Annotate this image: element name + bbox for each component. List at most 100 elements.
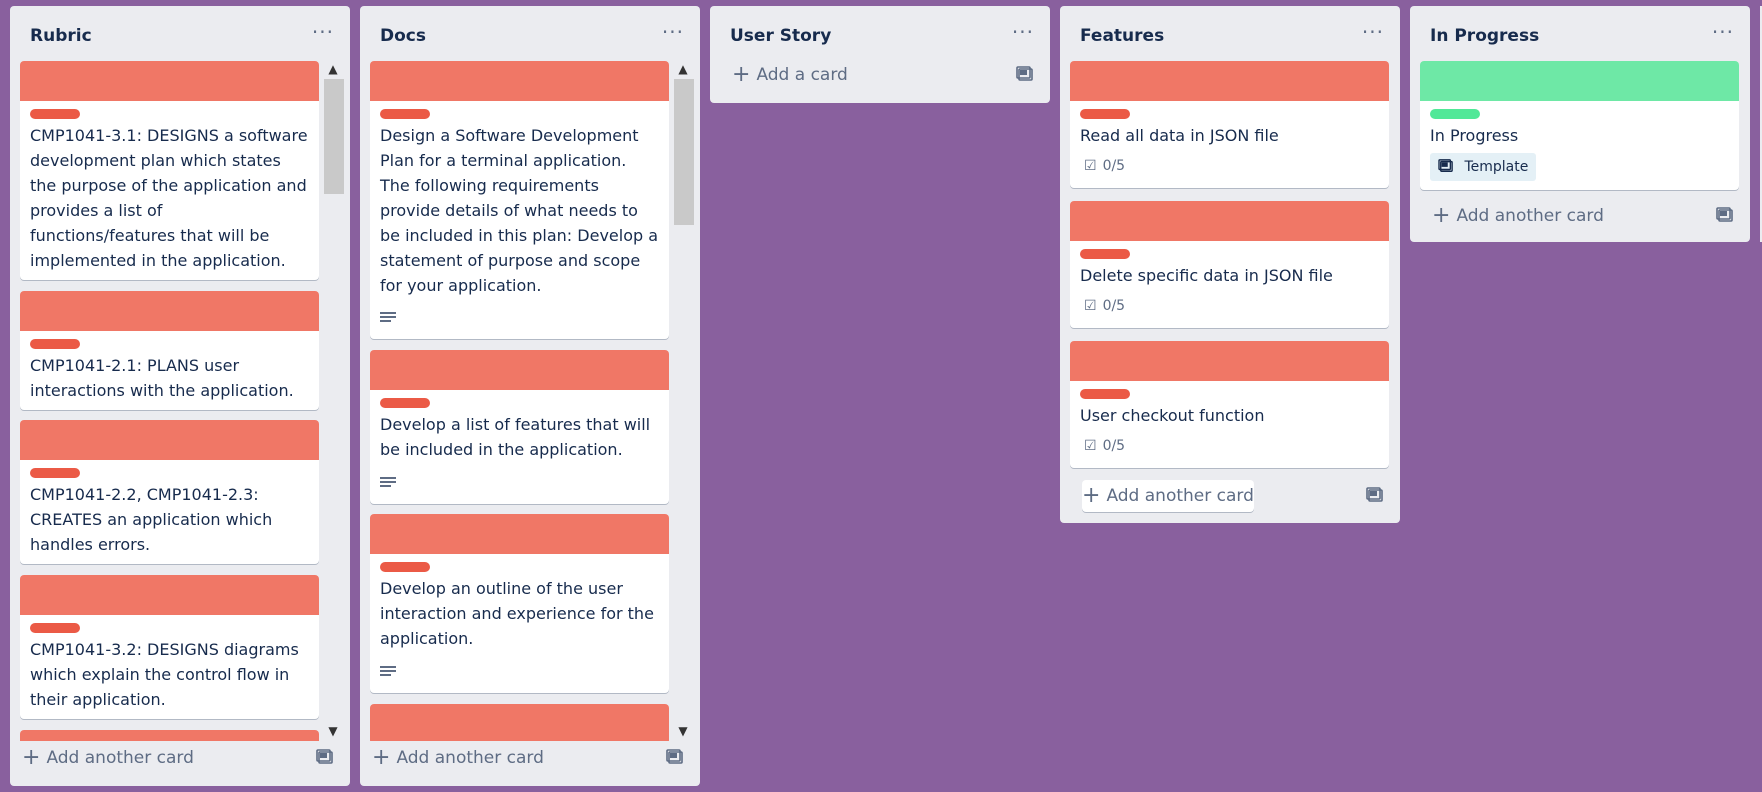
scroll-thumb[interactable] <box>674 79 694 225</box>
card[interactable] <box>20 730 319 741</box>
checklist-badge: ☑ 0/5 <box>1084 298 1125 314</box>
card-label[interactable] <box>30 109 80 119</box>
list-in-progress: In Progress ··· In Progress Template + A… <box>1410 6 1750 242</box>
list-header: Rubric ··· <box>10 6 350 62</box>
card-cover <box>1070 61 1389 101</box>
template-icon[interactable] <box>666 749 684 765</box>
list-menu-icon[interactable]: ··· <box>1012 22 1034 42</box>
scroll-down-icon[interactable]: ▼ <box>322 723 344 739</box>
list-title[interactable]: In Progress <box>1430 26 1539 46</box>
template-icon[interactable] <box>1716 207 1734 223</box>
plus-icon: + <box>732 62 751 87</box>
card-label[interactable] <box>1430 109 1480 119</box>
plus-icon: + <box>22 745 41 770</box>
card[interactable]: CMP1041-2.1: PLANS user interactions wit… <box>20 291 319 410</box>
scrollbar[interactable]: ▲ ▼ <box>672 61 694 741</box>
template-icon[interactable] <box>316 749 334 765</box>
card-label[interactable] <box>30 339 80 349</box>
list-rubric: Rubric ··· CMP1041-3.1: DESIGNS a softwa… <box>10 6 350 786</box>
card-title: CMP1041-3.1: DESIGNS a software developm… <box>30 126 308 270</box>
list-title[interactable]: User Story <box>730 26 831 46</box>
scroll-track[interactable] <box>324 79 344 723</box>
list-cards: Read all data in JSON file ☑ 0/5 Delete s… <box>1060 61 1400 481</box>
card[interactable]: In Progress Template <box>1420 61 1739 190</box>
plus-icon: + <box>372 745 391 770</box>
card[interactable]: CMP1041-3.2: DESIGNS diagrams which expl… <box>20 575 319 719</box>
card-cover <box>20 730 319 741</box>
card-label[interactable] <box>380 398 430 408</box>
checklist-icon: ☑ <box>1084 158 1097 174</box>
board: Rubric ··· CMP1041-3.1: DESIGNS a softwa… <box>0 0 1762 792</box>
list-menu-icon[interactable]: ··· <box>1362 22 1384 42</box>
checklist-count: 0/5 <box>1102 158 1126 174</box>
description-icon <box>380 666 396 678</box>
card[interactable]: CMP1041-2.2, CMP1041-2.3: CREATES an app… <box>20 420 319 564</box>
card-cover <box>370 350 669 390</box>
card-title: Develop a list of features that will be … <box>380 415 651 459</box>
add-card-button[interactable]: + Add a card <box>732 59 848 91</box>
card-label[interactable] <box>380 562 430 572</box>
card[interactable]: Delete specific data in JSON file ☑ 0/5 <box>1070 201 1389 328</box>
card-label[interactable] <box>30 623 80 633</box>
scroll-thumb[interactable] <box>324 79 344 194</box>
list-cards: CMP1041-3.1: DESIGNS a software developm… <box>10 61 350 741</box>
add-card-label: Add another card <box>1106 486 1254 506</box>
list-menu-icon[interactable]: ··· <box>1712 22 1734 42</box>
card[interactable]: Design a Software Development Plan for a… <box>370 61 669 339</box>
template-badge-label: Template <box>1464 159 1529 175</box>
list-title[interactable]: Docs <box>380 26 426 46</box>
list-menu-icon[interactable]: ··· <box>312 22 334 42</box>
template-icon[interactable] <box>1016 66 1034 82</box>
list-features: Features ··· Read all data in JSON file … <box>1060 6 1400 523</box>
card-cover <box>20 291 319 331</box>
card-title: User checkout function <box>1080 406 1265 425</box>
template-icon <box>1438 159 1458 175</box>
card-title: Develop an outline of the user interacti… <box>380 579 654 648</box>
card-cover <box>370 514 669 554</box>
add-card-button[interactable]: + Add another card <box>1082 480 1254 512</box>
card[interactable]: User checkout function ☑ 0/5 <box>1070 341 1389 468</box>
list-header: Features ··· <box>1060 6 1400 62</box>
card-label[interactable] <box>1080 249 1130 259</box>
template-icon[interactable] <box>1366 487 1384 503</box>
scroll-track[interactable] <box>674 79 694 723</box>
scroll-up-icon[interactable]: ▲ <box>322 61 344 77</box>
scroll-up-icon[interactable]: ▲ <box>672 61 694 77</box>
card[interactable]: CMP1041-3.1: DESIGNS a software developm… <box>20 61 319 280</box>
card-title: CMP1041-3.2: DESIGNS diagrams which expl… <box>30 640 299 709</box>
add-card-label: Add another card <box>1456 206 1604 226</box>
plus-icon: + <box>1082 483 1101 508</box>
list-menu-icon[interactable]: ··· <box>662 22 684 42</box>
list-header: Docs ··· <box>360 6 700 62</box>
card-label[interactable] <box>30 468 80 478</box>
card-label[interactable] <box>1080 389 1130 399</box>
checklist-icon: ☑ <box>1084 298 1097 314</box>
card-cover <box>1070 341 1389 381</box>
add-card-label: Add a card <box>756 65 848 85</box>
add-card-button[interactable]: + Add another card <box>22 742 194 774</box>
card-label[interactable] <box>1080 109 1130 119</box>
card[interactable]: Develop a list of features that will be … <box>370 350 669 504</box>
description-icon <box>380 312 396 324</box>
card[interactable] <box>370 704 669 741</box>
card-cover <box>370 704 669 741</box>
card-cover <box>1420 61 1739 101</box>
checklist-badge: ☑ 0/5 <box>1084 158 1125 174</box>
card-cover <box>20 575 319 615</box>
card-cover <box>1070 201 1389 241</box>
list-cards: Design a Software Development Plan for a… <box>360 61 700 741</box>
template-badge: Template <box>1430 153 1537 181</box>
list-title[interactable]: Features <box>1080 26 1164 46</box>
scrollbar[interactable]: ▲ ▼ <box>322 61 344 741</box>
add-card-button[interactable]: + Add another card <box>1432 200 1604 232</box>
card[interactable]: Develop an outline of the user interacti… <box>370 514 669 693</box>
card-title: CMP1041-2.1: PLANS user interactions wit… <box>30 356 294 400</box>
card-title: Read all data in JSON file <box>1080 126 1279 145</box>
scroll-down-icon[interactable]: ▼ <box>672 723 694 739</box>
card[interactable]: Read all data in JSON file ☑ 0/5 <box>1070 61 1389 188</box>
description-icon <box>380 477 396 489</box>
card-title: CMP1041-2.2, CMP1041-2.3: CREATES an app… <box>30 485 273 554</box>
add-card-button[interactable]: + Add another card <box>372 742 544 774</box>
list-title[interactable]: Rubric <box>30 26 92 46</box>
card-label[interactable] <box>380 109 430 119</box>
